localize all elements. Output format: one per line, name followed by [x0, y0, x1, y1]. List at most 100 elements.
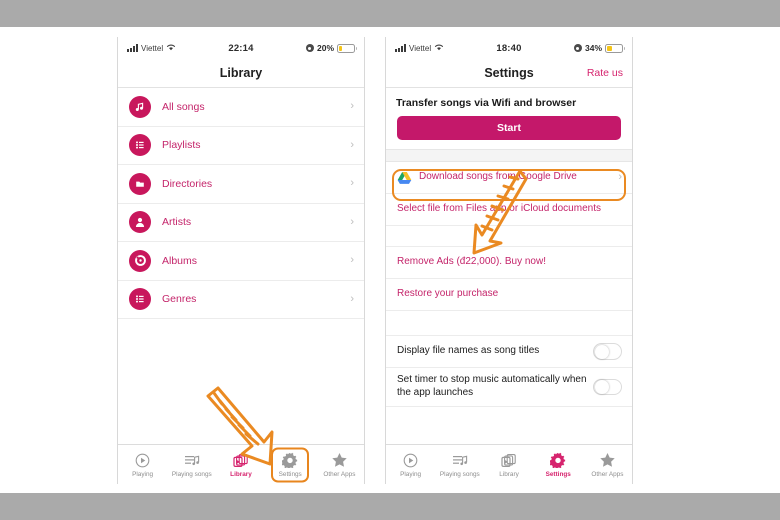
battery-percent-label: 34% [584, 43, 602, 53]
settings-row-label: Set timer to stop music automatically wh… [397, 374, 587, 398]
status-bar-left: Viettel 22:14 20% [118, 37, 364, 59]
phone-right-settings: Viettel 18:40 34% Settings Rate us Trans… [385, 37, 633, 484]
navbar-left: Library [118, 59, 364, 88]
signal-bars-icon [127, 44, 138, 52]
settings-row-display-file-names[interactable]: Display file names as song titles [386, 336, 632, 368]
set-timer-toggle[interactable] [593, 378, 622, 396]
rate-us-button[interactable]: Rate us [587, 67, 623, 79]
tab-other-apps[interactable]: Other Apps [583, 445, 632, 484]
chevron-right-icon: › [350, 292, 354, 305]
battery-icon [605, 43, 625, 53]
tabbar-right: Playing Playing songs Library Settings O… [386, 444, 632, 484]
top-gray-band [0, 0, 780, 27]
page-title: Settings [484, 66, 534, 80]
settings-row-label: Restore your purchase [397, 288, 499, 300]
list-item-label: Artists [162, 216, 192, 229]
tab-playing[interactable]: Playing [118, 445, 167, 484]
chevron-right-icon: › [350, 254, 354, 267]
settings-row-restore-purchase[interactable]: Restore your purchase [386, 279, 632, 311]
tab-playing[interactable]: Playing [386, 445, 435, 484]
tab-playing-songs[interactable]: Playing songs [435, 445, 484, 484]
tab-label: Other Apps [323, 470, 356, 478]
gear-icon [550, 452, 566, 469]
list-item-all-songs[interactable]: All songs › [118, 88, 364, 127]
list-item-label: Directories [162, 177, 213, 190]
chevron-right-icon: › [350, 215, 354, 228]
tab-label: Playing [400, 470, 422, 478]
list-empty-area [118, 319, 364, 447]
star-icon [331, 452, 348, 469]
location-services-icon [305, 44, 314, 52]
settings-row-label: Select file from Files app or iCloud doc… [397, 203, 601, 215]
tab-label: Playing [132, 470, 154, 478]
tab-label: Other Apps [591, 470, 624, 478]
section-header: Transfer songs via Wifi and browser [396, 97, 577, 109]
list-item-genres[interactable]: Genres › [118, 281, 364, 319]
music-note-icon [129, 95, 151, 118]
start-button-wrap: Start [386, 116, 632, 149]
status-right-group: 20% [254, 43, 357, 53]
start-button[interactable]: Start [397, 116, 621, 140]
tab-library[interactable]: Library [216, 445, 265, 484]
queue-music-icon [452, 452, 468, 469]
list-item-directories[interactable]: Directories › [118, 165, 364, 204]
tab-label: Library [230, 470, 252, 478]
clock-label: 22:14 [228, 42, 254, 54]
settings-spacer [386, 226, 632, 247]
tab-label: Settings [278, 470, 302, 478]
tab-settings[interactable]: Settings [266, 445, 315, 484]
tab-library[interactable]: Library [484, 445, 533, 484]
section-separator [386, 149, 632, 162]
status-left-group: Viettel [395, 43, 496, 53]
list-icon [129, 288, 151, 311]
wifi-icon [166, 43, 176, 53]
display-file-names-toggle[interactable] [593, 343, 622, 360]
carrier-label: Viettel [141, 43, 164, 53]
status-left-group: Viettel [127, 43, 228, 53]
list-item-artists[interactable]: Artists › [118, 204, 364, 242]
library-list: All songs › Playlists › Directories › Ar… [118, 88, 364, 447]
list-icon [129, 134, 151, 157]
star-icon [599, 452, 616, 469]
screenshot-stage: Viettel 22:14 20% Library All songs › Pl… [0, 27, 780, 493]
settings-row-set-timer[interactable]: Set timer to stop music automatically wh… [386, 368, 632, 407]
status-bar-right: Viettel 18:40 34% [386, 37, 632, 59]
highlight-start-button [392, 169, 626, 201]
list-item-albums[interactable]: Albums › [118, 242, 364, 281]
settings-row-label: Display file names as song titles [397, 345, 540, 357]
carrier-label: Viettel [409, 43, 432, 53]
settings-row-label: Remove Ads (đ22,000). Buy now! [397, 256, 546, 268]
tab-label: Library [499, 470, 519, 478]
folder-icon [129, 172, 151, 195]
library-icon [501, 452, 517, 469]
signal-bars-icon [395, 44, 406, 52]
battery-icon [337, 43, 357, 53]
chevron-right-icon: › [350, 177, 354, 190]
tab-label: Playing songs [171, 470, 212, 478]
tab-other-apps[interactable]: Other Apps [315, 445, 364, 484]
phone-left-library: Viettel 22:14 20% Library All songs › Pl… [117, 37, 365, 484]
queue-music-icon [184, 452, 200, 469]
status-right-group: 34% [522, 43, 625, 53]
list-item-playlists[interactable]: Playlists › [118, 127, 364, 165]
clock-label: 18:40 [496, 42, 522, 54]
tab-playing-songs[interactable]: Playing songs [167, 445, 216, 484]
list-item-label: Playlists [162, 139, 201, 152]
tab-label: Settings [545, 470, 571, 478]
chevron-right-icon: › [350, 100, 354, 113]
chevron-right-icon: › [350, 138, 354, 151]
tab-settings[interactable]: Settings [534, 445, 583, 484]
gear-icon [282, 452, 298, 469]
wifi-icon [434, 43, 444, 53]
list-item-label: Genres [162, 293, 197, 306]
navbar-right: Settings Rate us [386, 59, 632, 88]
vinyl-record-icon [129, 249, 151, 272]
settings-row-remove-ads[interactable]: Remove Ads (đ22,000). Buy now! [386, 247, 632, 279]
settings-spacer [386, 311, 632, 336]
tabbar-left: Playing Playing songs Library Settings O… [118, 444, 364, 484]
play-circle-icon [135, 452, 150, 469]
play-circle-icon [403, 452, 418, 469]
list-item-label: All songs [162, 100, 205, 113]
list-item-label: Albums [162, 254, 198, 267]
person-icon [129, 211, 151, 234]
